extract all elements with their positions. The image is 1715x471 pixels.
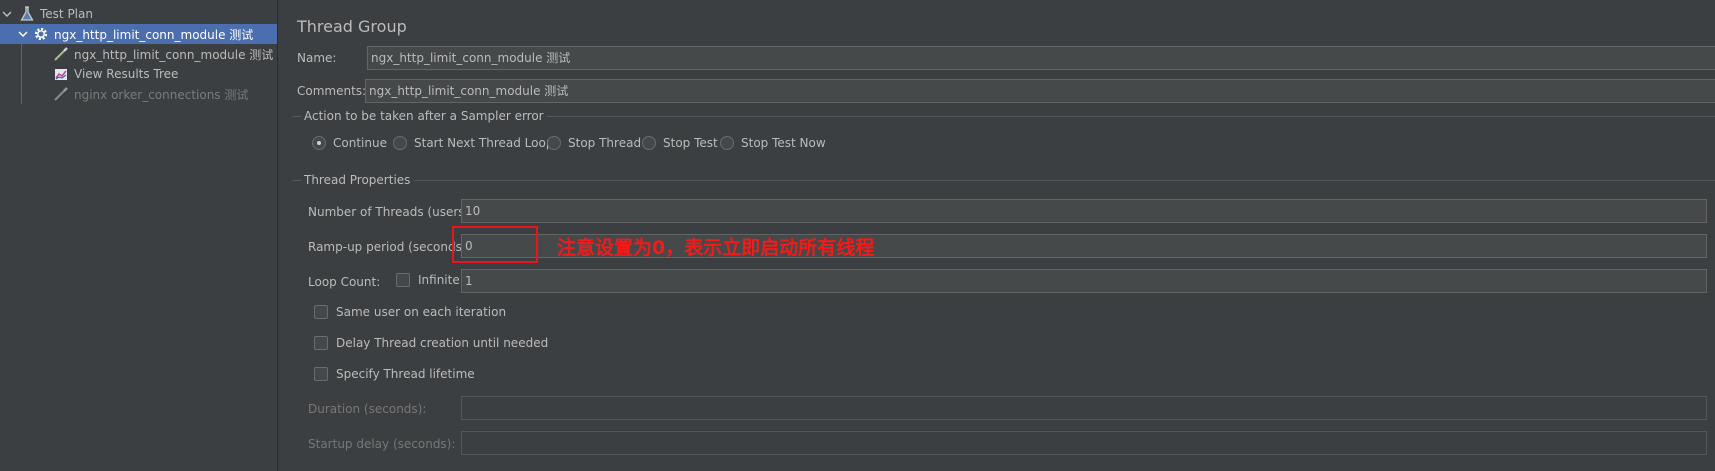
radio-button[interactable] (393, 136, 407, 150)
tree-item-thread-group[interactable]: ngx_http_limit_conn_module 测试 (0, 24, 277, 44)
radio-label: Start Next Thread Loop (414, 136, 554, 150)
chart-icon (52, 65, 70, 83)
radio-stop-test[interactable]: Stop Test (642, 136, 718, 150)
rampup-label: Ramp-up period (seconds): (308, 240, 471, 254)
pipette-icon (52, 85, 70, 103)
infinite-checkbox-item[interactable]: Infinite (396, 273, 460, 287)
tree-item-view-results-tree[interactable]: View Results Tree (52, 64, 178, 84)
radio-stop-test-now[interactable]: Stop Test Now (720, 136, 826, 150)
name-label: Name: (297, 51, 337, 65)
radio-start-next-thread-loop[interactable]: Start Next Thread Loop (393, 136, 553, 150)
thread-properties-group-title: Thread Properties (301, 173, 414, 187)
checkbox[interactable] (314, 336, 328, 350)
gear-icon (32, 25, 50, 43)
flask-icon (18, 5, 36, 23)
startup-delay-label: Startup delay (seconds): (308, 437, 456, 451)
annotation-highlight-box (452, 226, 538, 263)
threads-field[interactable]: 10 (461, 199, 1707, 223)
tree-item-label: ngx_http_limit_conn_module 测试 (74, 47, 274, 62)
delay-thread-checkbox-item[interactable]: Delay Thread creation until needed (314, 336, 548, 350)
loop-count-label: Loop Count: (308, 275, 381, 289)
checkbox[interactable] (314, 367, 328, 381)
radio-label: Stop Test Now (741, 136, 826, 150)
delay-thread-label: Delay Thread creation until needed (336, 336, 549, 350)
duration-label: Duration (seconds): (308, 402, 427, 416)
radio-label: Stop Thread (568, 136, 642, 150)
tree-item-label: Test Plan (40, 7, 93, 21)
pipette-icon (52, 45, 70, 63)
thread-lifetime-checkbox-item[interactable]: Specify Thread lifetime (314, 367, 475, 381)
tree-guide-line (21, 41, 22, 104)
radio-label: Stop Test (663, 136, 718, 150)
annotation-text: 注意设置为0，表示立即启动所有线程 (557, 237, 875, 259)
tree-item-label: nginx orker_connections 测试 (74, 87, 249, 102)
radio-stop-thread[interactable]: Stop Thread (547, 136, 641, 150)
threads-label: Number of Threads (users): (308, 205, 474, 219)
page-title: Thread Group (297, 17, 407, 36)
tree-item-disabled-sampler[interactable]: nginx orker_connections 测试 (52, 84, 248, 104)
radio-button[interactable] (312, 136, 326, 150)
same-user-label: Same user on each iteration (336, 305, 507, 319)
infinite-label: Infinite (418, 273, 460, 287)
loop-count-field[interactable]: 1 (461, 269, 1707, 293)
radio-continue[interactable]: Continue (312, 136, 387, 150)
radio-button[interactable] (547, 136, 561, 150)
panel-splitter[interactable] (277, 0, 285, 471)
thread-lifetime-label: Specify Thread lifetime (336, 367, 475, 381)
same-user-checkbox-item[interactable]: Same user on each iteration (314, 305, 506, 319)
name-field[interactable]: ngx_http_limit_conn_module 测试 (367, 46, 1715, 70)
group-border (292, 180, 1715, 181)
chevron-down-icon[interactable] (16, 27, 30, 41)
tree-item-http-sampler[interactable]: ngx_http_limit_conn_module 测试 (52, 44, 273, 64)
sampler-error-group-title: Action to be taken after a Sampler error (301, 109, 547, 123)
checkbox[interactable] (314, 305, 328, 319)
tree-item-test-plan[interactable]: Test Plan (0, 4, 277, 24)
comments-field[interactable]: ngx_http_limit_conn_module 测试 (365, 79, 1715, 103)
tree-item-label: ngx_http_limit_conn_module 测试 (54, 27, 254, 42)
chevron-down-icon[interactable] (0, 7, 14, 21)
tree-item-label: View Results Tree (74, 67, 179, 81)
checkbox[interactable] (396, 273, 410, 287)
comments-label: Comments: (297, 84, 367, 98)
radio-label: Continue (333, 136, 387, 150)
duration-field[interactable] (461, 396, 1707, 420)
radio-button[interactable] (642, 136, 656, 150)
radio-button[interactable] (720, 136, 734, 150)
test-plan-tree: Test Plan ngx_http_limit_conn_module 测试 … (0, 0, 277, 471)
startup-delay-field[interactable] (461, 431, 1707, 455)
